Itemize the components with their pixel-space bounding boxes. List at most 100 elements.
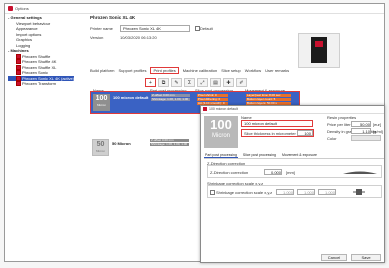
thumb-unit: Micron: [96, 103, 106, 107]
dialog-tab[interactable]: Slice post processing: [242, 153, 277, 157]
tree-item-label: Appearance: [16, 26, 38, 31]
tree-item-label: Import options: [16, 31, 42, 37]
toolbar-button-icon[interactable]: ⤢: [197, 78, 208, 87]
shrinkage-checkbox[interactable]: [210, 190, 215, 195]
price-label: Price per liter: [327, 122, 351, 127]
toolbar-button-icon[interactable]: ⧉: [158, 78, 169, 87]
tree-item[interactable]: Phrozen Shuffle XL: [8, 65, 56, 70]
tab-print-profiles[interactable]: Print profiles: [150, 67, 179, 74]
app-logo-icon: [8, 6, 13, 11]
tree-item-label: Phrozen Shuffle 4K: [22, 59, 57, 64]
color-label: Color: [327, 136, 337, 141]
tree-item-label: Logging: [16, 42, 31, 48]
settings-tree: - General settings Viewport behaviour Appe…: [8, 15, 88, 265]
post-value: Z-offset 0.00 mm: [151, 94, 190, 97]
tree-item-label: Phrozen Sonic: [22, 70, 49, 75]
printer-lid-accent: [315, 41, 323, 47]
toolbar-button-icon[interactable]: ▤: [210, 78, 221, 87]
print-profile-dialog: 100 micron default 100 Micron Name 100 m…: [200, 105, 385, 263]
printer-body: [311, 37, 327, 63]
tab-user-remarks[interactable]: User remarks: [265, 68, 289, 73]
tab-machine-calibration[interactable]: Machine calibration: [183, 68, 217, 73]
dialog-thumb-unit: Micron: [211, 133, 230, 139]
price-input[interactable]: 50.00: [351, 121, 371, 127]
printer-name-label: Printer name: [90, 26, 113, 31]
tree-item[interactable]: Graphics: [8, 37, 32, 42]
thumb-unit: Micron: [95, 149, 105, 153]
color-swatch[interactable]: [351, 135, 381, 141]
slice-thickness-group: Slice thickness in micrometer 100: [241, 129, 314, 137]
profile-toolbar: + ⧉ ✎ Σ ⤢ ▤ ✚ ✐: [145, 78, 295, 88]
movement-value: Bottom layer count: 5: [246, 98, 291, 101]
dialog-title: 100 micron default: [209, 107, 238, 111]
tree-item[interactable]: Phrozen Sonic XL 4K (active): [8, 75, 75, 81]
dialog-thumbnail: 100 Micron: [204, 116, 238, 148]
profile-name: 50 Micron: [112, 141, 131, 146]
post-value: Z-offset 0.00 mm: [150, 139, 189, 142]
tree-item[interactable]: - General settings: [8, 15, 42, 20]
resin-header: Resin properties: [327, 115, 357, 120]
dialog-cancel-button[interactable]: Cancel: [321, 254, 347, 261]
tree-item[interactable]: Phrozen Sonic: [8, 70, 49, 76]
slice-thickness-label: Slice thickness in micrometer: [244, 131, 296, 136]
profile-name: 100 micron default: [113, 95, 149, 100]
printer-name-input[interactable]: Phrozen Sonic XL 4K: [120, 25, 190, 32]
tree-item[interactable]: Import options: [8, 32, 41, 37]
tree-item[interactable]: Appearance: [8, 26, 38, 31]
tree-item-label: Phrozen Transform: [22, 81, 57, 86]
tree-item-label: Machines: [10, 48, 29, 53]
shrinkage-diagram-icon: [353, 187, 365, 197]
thumb-number: 100: [95, 95, 108, 102]
dialog-name-input[interactable]: 100 micron default: [241, 120, 313, 127]
slice-thickness-input[interactable]: 100: [297, 130, 313, 136]
shrinkage-z-input[interactable]: 1.000: [318, 189, 336, 195]
toolbar-button-icon[interactable]: Σ: [184, 78, 195, 87]
default-label: Default: [200, 26, 213, 31]
title-bar: Options: [5, 4, 384, 14]
dialog-tabs: Part post processing Slice post processin…: [204, 152, 384, 159]
z-correction-diagram-icon: [342, 168, 378, 176]
profile-thumbnail: 50 Micron: [92, 139, 109, 156]
tab-workflow[interactable]: Workflow: [245, 68, 261, 73]
tree-item-label: General settings: [10, 15, 42, 20]
tab-support-profiles[interactable]: Support profiles: [118, 68, 146, 73]
dialog-tab[interactable]: Part post processing: [204, 153, 238, 158]
post-value: Shrinkage: 1.00, 1.00, 1.00: [151, 98, 190, 101]
toolbar-button-icon[interactable]: ✐: [236, 78, 247, 87]
dialog-title-bar: 100 micron default: [201, 106, 384, 114]
shrinkage-x-input[interactable]: 1.000: [276, 189, 294, 195]
tree-item[interactable]: - Machines: [8, 48, 29, 53]
tree-item-label: Viewport behaviour: [16, 20, 51, 26]
tree-item[interactable]: Phrozen Shuffle: [8, 54, 50, 59]
dialog-app-icon: [203, 107, 207, 111]
tree-item[interactable]: Phrozen Shuffle 4K: [8, 59, 57, 65]
tab-slice-setup[interactable]: Slice setup: [221, 68, 241, 73]
shrinkage-y-input[interactable]: 1.000: [297, 189, 315, 195]
machine-header: Phrozen Sonic XL 4K: [90, 15, 136, 20]
tree-item[interactable]: Phrozen Transform: [8, 81, 57, 87]
post-value: Shrinkage: 1.00, 1.00, 1.00: [150, 143, 189, 146]
slice-value: Pixel shrink: 0: [197, 94, 228, 97]
z-correction-unit: [mm]: [286, 170, 295, 175]
version-label: Version: [90, 35, 104, 40]
profile-thumbnail: 100 Micron: [93, 94, 110, 111]
toolbar-button-icon[interactable]: +: [145, 78, 156, 87]
movement-value: Layer/peel time: 8.00 sec: [246, 94, 291, 97]
dialog-tab[interactable]: Movement & exposure: [281, 153, 318, 157]
tree-item[interactable]: Viewport behaviour: [8, 21, 50, 26]
z-correction-input[interactable]: 0.000: [264, 169, 282, 175]
z-correction-box: Z-Direction correction 0.000 [mm]: [207, 165, 382, 178]
density-input[interactable]: 1.10: [351, 128, 371, 134]
profile-row[interactable]: 50 Micron 50 Micron Z-offset 0.00 mm Shr…: [90, 137, 210, 159]
toolbar-button-icon[interactable]: ✚: [223, 78, 234, 87]
machine-icon: [16, 81, 21, 87]
tab-build-platform[interactable]: Build platform: [90, 68, 114, 73]
dialog-save-button[interactable]: Save: [351, 254, 381, 261]
toolbar-button-icon[interactable]: ✎: [171, 78, 182, 87]
tree-item-label: Phrozen Shuffle: [22, 53, 51, 59]
price-unit: [eur]: [373, 122, 382, 127]
tree-item-label: Phrozen Sonic XL 4K (active): [22, 75, 75, 81]
tree-item-label: Graphics: [16, 37, 33, 42]
thumb-number: 50: [96, 141, 105, 148]
tree-item[interactable]: Logging: [8, 43, 30, 48]
